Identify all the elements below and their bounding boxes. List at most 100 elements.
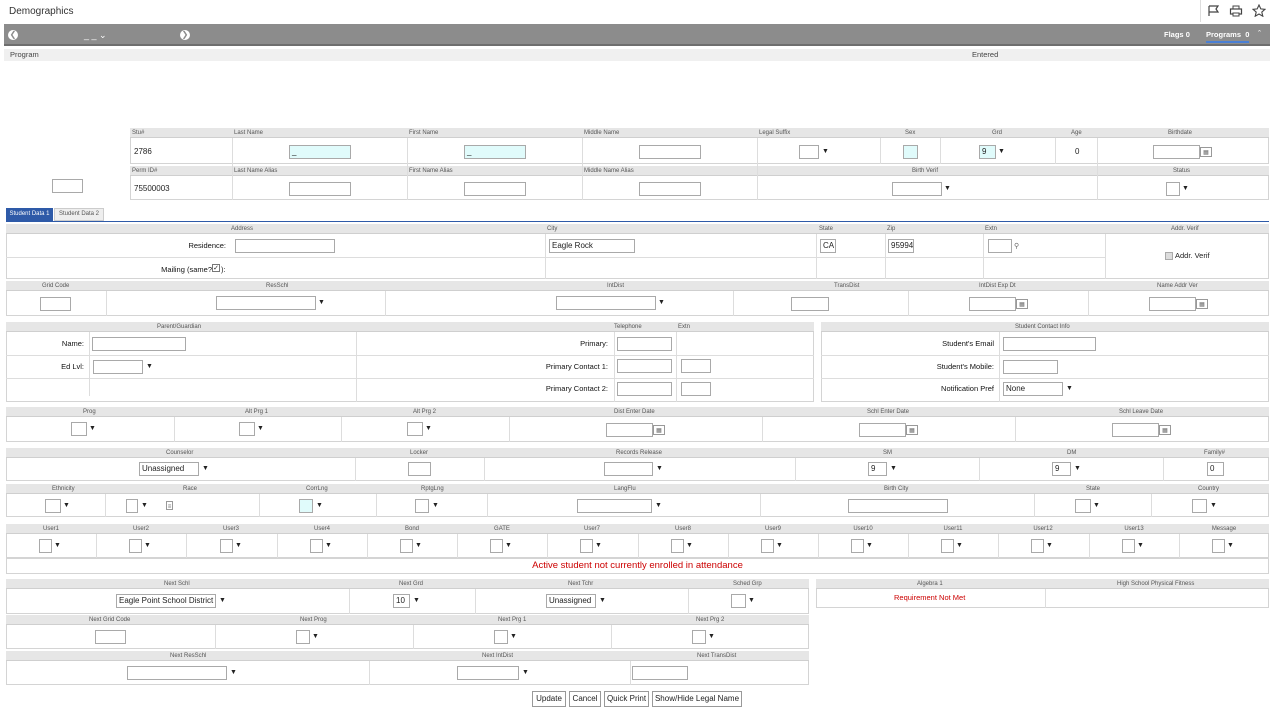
user-field-select[interactable] [400,539,413,553]
last-name-input[interactable]: _ [289,145,351,159]
next-grid-code-input[interactable] [95,630,126,644]
alt-prg-1-select[interactable] [239,422,255,436]
next-arrow-icon[interactable]: ❯ [180,30,190,40]
notification-pref-select[interactable]: None [1003,382,1063,396]
birth-state-dropdown-icon[interactable]: ▼ [1093,499,1100,513]
dropdown-arrow-icon[interactable]: ▼ [144,539,151,553]
next-grd-dropdown-icon[interactable]: ▼ [413,594,420,608]
first-name-alias-input[interactable] [464,182,526,196]
legal-suffix-dropdown-icon[interactable]: ▼ [822,145,829,159]
student-photo-box[interactable] [52,179,83,193]
race-dropdown-icon[interactable]: ▼ [141,499,148,513]
sched-grp-dropdown-icon[interactable]: ▼ [748,594,755,608]
calendar-icon[interactable]: ▦ [653,425,665,435]
next-prg-2-select[interactable] [692,630,706,644]
primary-contact-1-extn[interactable] [681,359,711,373]
status-dropdown-icon[interactable]: ▼ [1182,182,1189,196]
schl-leave-date-input[interactable] [1112,423,1159,437]
prog-dropdown-icon[interactable]: ▼ [89,422,96,436]
ed-level-dropdown-icon[interactable]: ▼ [146,360,153,374]
next-resschl-dropdown-icon[interactable]: ▼ [230,666,237,680]
alt-prg-2-select[interactable] [407,422,423,436]
dropdown-arrow-icon[interactable]: ▼ [956,539,963,553]
primary-contact-2-input[interactable] [617,382,672,396]
calendar-icon[interactable]: ▦ [1159,425,1171,435]
next-transdist-input[interactable] [632,666,688,680]
grid-code-input[interactable] [40,297,71,311]
extn-input[interactable] [988,239,1012,253]
next-grd-select[interactable]: 10 [393,594,410,608]
sched-grp-select[interactable] [731,594,746,608]
resschl-select[interactable] [216,296,316,310]
primary-phone-input[interactable] [617,337,672,351]
print-icon[interactable] [1229,5,1243,17]
ed-level-select[interactable] [93,360,143,374]
dropdown-arrow-icon[interactable]: ▼ [1227,539,1234,553]
intdist-select[interactable] [556,296,656,310]
intdist-dropdown-icon[interactable]: ▼ [658,296,665,310]
last-name-alias-input[interactable] [289,182,351,196]
middle-name-input[interactable] [639,145,701,159]
next-tchr-select[interactable]: Unassigned [546,594,596,608]
primary-contact-1-input[interactable] [617,359,672,373]
tab-student-data-1[interactable]: Student Data 1 [6,208,53,221]
next-prog-dropdown-icon[interactable]: ▼ [312,630,319,644]
next-intdist-select[interactable] [457,666,519,680]
grade-select[interactable]: 9 [979,145,996,159]
prog-select[interactable] [71,422,87,436]
first-name-input[interactable]: _ [464,145,526,159]
ethnicity-select[interactable] [45,499,61,513]
dropdown-arrow-icon[interactable]: ▼ [776,539,783,553]
birth-state-select[interactable] [1075,499,1091,513]
flags-tab[interactable]: Flags 0 [1164,30,1190,40]
family-number-input[interactable]: 0 [1207,462,1224,476]
show-hide-legal-name-button[interactable]: Show/Hide Legal Name [652,691,742,707]
records-release-dropdown-icon[interactable]: ▼ [656,462,663,476]
dropdown-arrow-icon[interactable]: ▼ [595,539,602,553]
rptglng-select[interactable] [415,499,429,513]
sm-dropdown-icon[interactable]: ▼ [890,462,897,476]
status-select[interactable] [1166,182,1180,196]
zip-input[interactable]: 95994 [888,239,914,253]
user-field-select[interactable] [671,539,684,553]
user-field-select[interactable] [310,539,323,553]
resschl-dropdown-icon[interactable]: ▼ [318,296,325,310]
next-prg-1-select[interactable] [494,630,508,644]
addr-verif-checkbox[interactable] [1165,252,1173,260]
next-tchr-dropdown-icon[interactable]: ▼ [599,594,606,608]
legal-suffix-select[interactable] [799,145,819,159]
user-field-select[interactable] [1031,539,1044,553]
country-select[interactable] [1192,499,1207,513]
dropdown-arrow-icon[interactable]: ▼ [505,539,512,553]
state-input[interactable]: CA [820,239,836,253]
transdist-input[interactable] [791,297,829,311]
middle-name-alias-input[interactable] [639,182,701,196]
dropdown-arrow-icon[interactable]: ▼ [325,539,332,553]
birth-city-input[interactable] [848,499,948,513]
records-release-select[interactable] [604,462,653,476]
residence-input[interactable] [235,239,335,253]
user-field-select[interactable] [1212,539,1225,553]
birth-verif-select[interactable] [892,182,942,196]
student-mobile-input[interactable] [1003,360,1058,374]
student-email-input[interactable] [1003,337,1096,351]
tab-student-data-2[interactable]: Student Data 2 [54,208,104,221]
dm-select[interactable]: 9 [1052,462,1071,476]
next-schl-dropdown-icon[interactable]: ▼ [219,594,226,608]
primary-contact-2-extn[interactable] [681,382,711,396]
programs-tab[interactable]: Programs 0 [1206,30,1250,43]
dist-enter-date-input[interactable] [606,423,653,437]
dropdown-arrow-icon[interactable]: ▼ [235,539,242,553]
calendar-icon[interactable]: ▦ [1196,299,1208,309]
mailing-same-checkbox[interactable]: ✓ [212,264,220,272]
student-selector[interactable]: _ _ ⌄ [84,30,107,40]
next-prog-select[interactable] [296,630,310,644]
next-resschl-select[interactable] [127,666,227,680]
user-field-select[interactable] [129,539,142,553]
dm-dropdown-icon[interactable]: ▼ [1074,462,1081,476]
city-input[interactable]: Eagle Rock [549,239,635,253]
ethnicity-dropdown-icon[interactable]: ▼ [63,499,70,513]
dropdown-arrow-icon[interactable]: ▼ [686,539,693,553]
corrlng-select[interactable] [299,499,313,513]
birth-verif-dropdown-icon[interactable]: ▼ [944,182,951,196]
